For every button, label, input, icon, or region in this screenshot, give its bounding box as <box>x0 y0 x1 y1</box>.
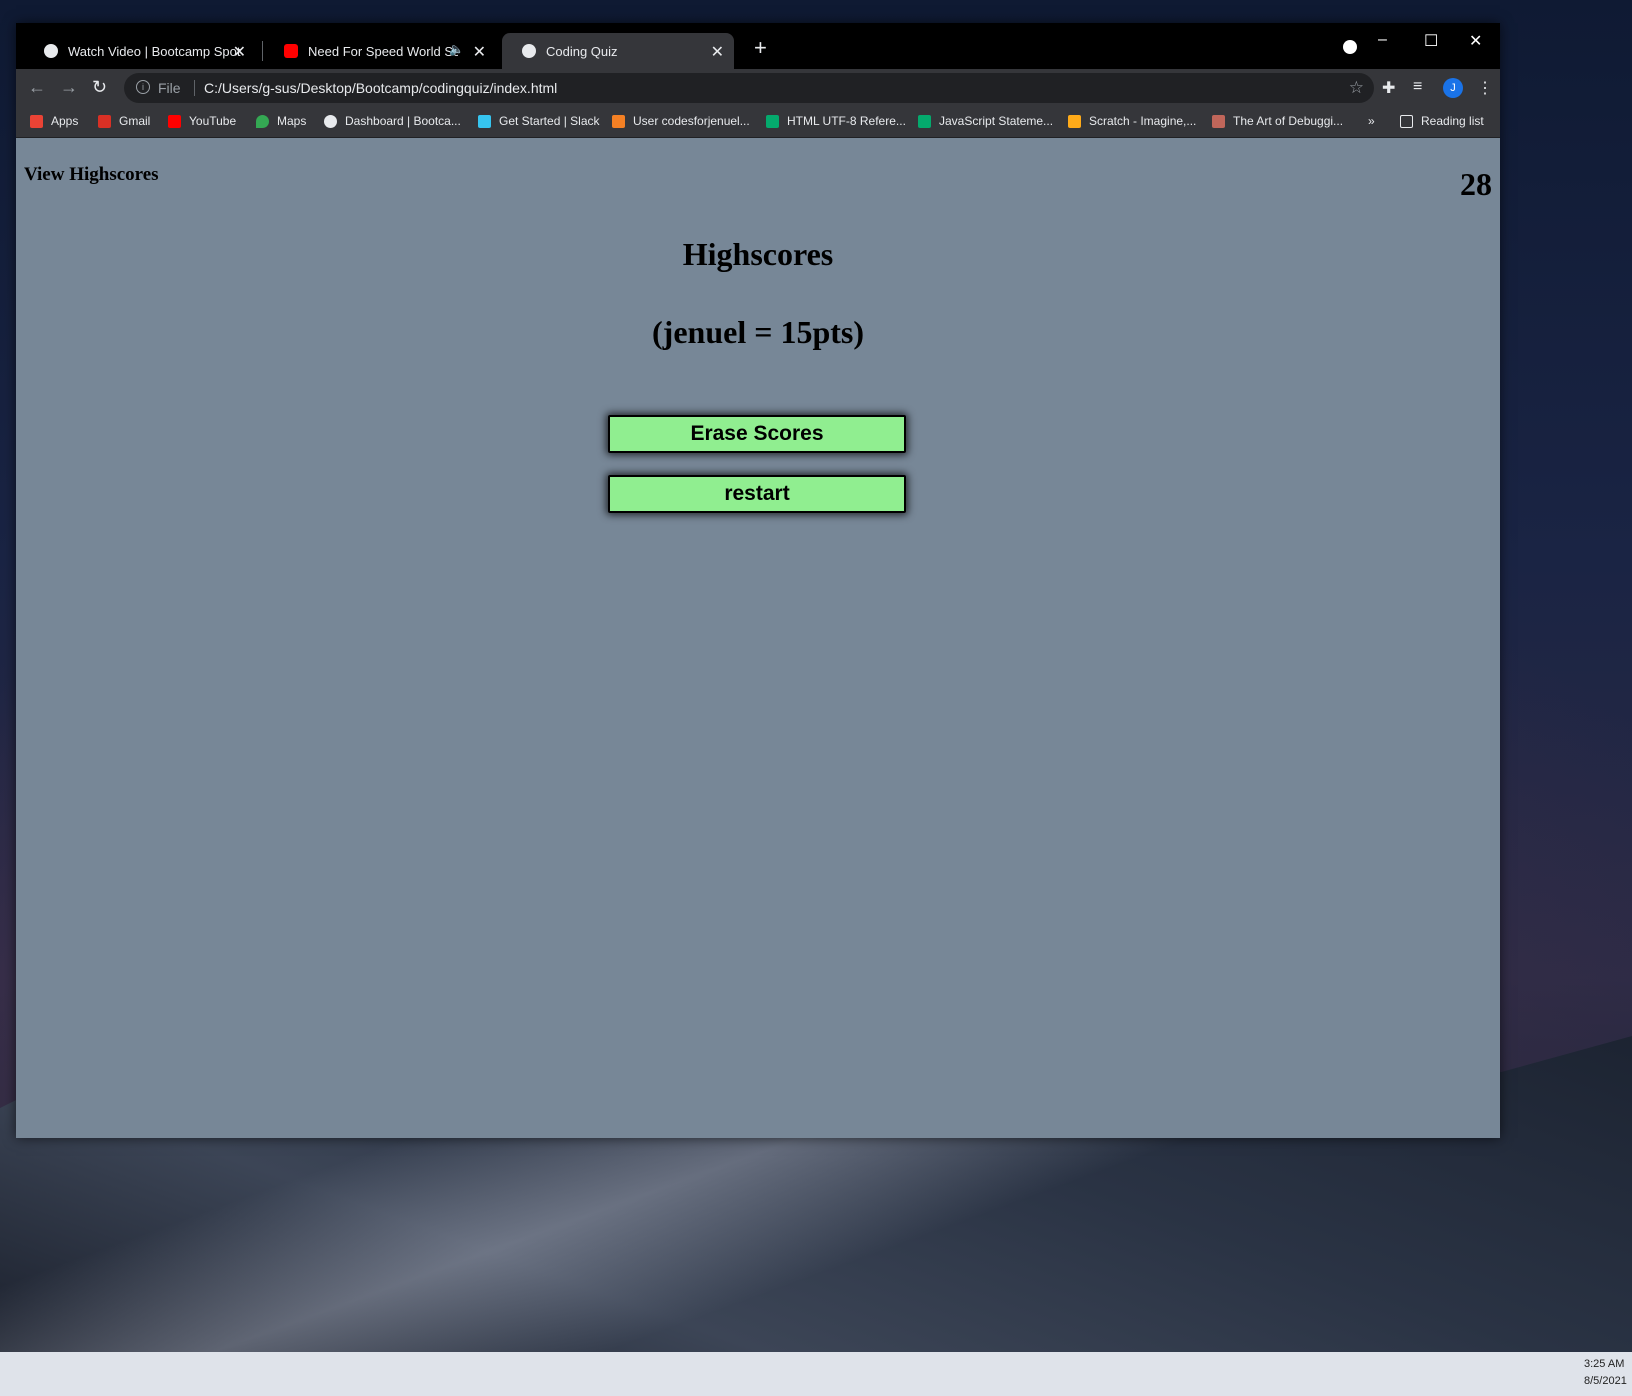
avatar-icon <box>1212 114 1225 128</box>
bookmark-maps[interactable]: Maps <box>256 114 306 128</box>
chevron-double-right-icon: » <box>1368 114 1375 128</box>
tab-divider <box>262 41 263 61</box>
timer: 28 <box>1460 166 1492 202</box>
slack-icon <box>478 114 491 128</box>
restart-button[interactable]: restart <box>608 475 906 513</box>
stackoverflow-icon <box>612 114 625 128</box>
bookmark-html-utf8[interactable]: HTML UTF-8 Refere... <box>766 114 906 128</box>
taskbar: 3:25 AM 8/5/2021 <box>0 1352 1632 1396</box>
speaker-icon[interactable]: 🔈 <box>449 42 464 56</box>
highscore-entry: (jenuel = 15pts) <box>652 314 864 350</box>
page-content: View Highscores 28 Highscores (jenuel = … <box>16 138 1500 1138</box>
forward-arrow-icon[interactable]: → <box>60 77 78 98</box>
globe-icon <box>522 44 536 58</box>
reading-list-button[interactable]: Reading list <box>1400 114 1484 128</box>
bookmark-slack[interactable]: Get Started | Slack <box>478 114 600 128</box>
back-arrow-icon[interactable]: ← <box>28 77 46 98</box>
page-title: Highscores <box>682 236 834 272</box>
bookmark-scratch[interactable]: Scratch - Imagine,... <box>1068 114 1196 128</box>
clock-time: 3:25 AM <box>1584 1358 1625 1370</box>
info-icon[interactable]: i <box>136 80 150 94</box>
extensions-puzzle-icon[interactable]: ✚ <box>1382 78 1395 98</box>
bookmark-art-of-debugging[interactable]: The Art of Debuggi... <box>1212 114 1343 128</box>
browser-toolbar: ← → ↻ i File C:/Users/g-sus/Desktop/Boot… <box>16 69 1500 107</box>
bookmark-label: HTML UTF-8 Refere... <box>787 114 906 128</box>
close-icon[interactable]: ✕ <box>711 42 724 62</box>
bookmark-label: JavaScript Stateme... <box>939 114 1054 128</box>
bookmark-label: Apps <box>51 114 79 128</box>
address-url[interactable]: C:/Users/g-sus/Desktop/Bootcamp/codingqu… <box>204 80 557 96</box>
bookmark-apps[interactable]: Apps <box>30 114 78 128</box>
address-scheme: File <box>158 80 181 96</box>
bookmark-dashboard[interactable]: Dashboard | Bootca... <box>324 114 461 128</box>
scratch-icon <box>1068 114 1081 128</box>
globe-icon <box>324 114 337 128</box>
bookmark-stackoverflow[interactable]: User codesforjenuel... <box>612 114 750 128</box>
gmail-icon <box>98 114 111 128</box>
tab-coding-quiz[interactable]: Coding Quiz ✕ <box>502 33 734 69</box>
address-bar[interactable]: i File C:/Users/g-sus/Desktop/Bootcamp/c… <box>124 73 1374 103</box>
bookmark-label: Get Started | Slack <box>499 114 600 128</box>
tab-search-icon[interactable] <box>1343 40 1357 54</box>
bookmarks-overflow-button[interactable]: » <box>1368 114 1375 128</box>
close-icon[interactable]: ✕ <box>473 42 486 62</box>
view-highscores-link[interactable]: View Highscores <box>24 164 159 186</box>
bookmark-label: Gmail <box>119 114 151 128</box>
media-control-icon[interactable]: ≡ <box>1413 78 1422 96</box>
minimize-icon[interactable]: – <box>1378 31 1387 49</box>
youtube-icon <box>168 114 181 128</box>
close-window-icon[interactable]: ✕ <box>1469 31 1482 51</box>
globe-icon <box>44 44 58 58</box>
tab-title: Need For Speed World Soun <box>308 43 458 59</box>
w3schools-icon <box>918 114 931 128</box>
clock-date: 8/5/2021 <box>1584 1375 1627 1387</box>
menu-kebab-icon[interactable]: ⋮ <box>1477 78 1493 98</box>
bookmark-star-icon[interactable]: ☆ <box>1349 78 1364 98</box>
tab-title: Watch Video | Bootcamp Spot <box>68 43 241 59</box>
tab-bootcamp[interactable]: Watch Video | Bootcamp Spot ✕ <box>24 33 256 69</box>
browser-window: Watch Video | Bootcamp Spot ✕ Need For S… <box>16 23 1500 1138</box>
bookmarks-bar: Apps Gmail YouTube Maps Dashboard | Boot… <box>16 107 1500 138</box>
reading-list-label: Reading list <box>1421 114 1484 128</box>
close-icon[interactable]: ✕ <box>233 42 246 62</box>
bookmark-label: Maps <box>277 114 307 128</box>
tab-title: Coding Quiz <box>546 43 618 59</box>
bookmark-label: YouTube <box>189 114 237 128</box>
bookmark-label: The Art of Debuggi... <box>1233 114 1344 128</box>
system-clock[interactable]: 3:25 AM 8/5/2021 <box>1584 1356 1632 1390</box>
tab-strip: Watch Video | Bootcamp Spot ✕ Need For S… <box>16 23 1500 69</box>
bookmark-label: Scratch - Imagine,... <box>1089 114 1197 128</box>
youtube-icon <box>284 44 298 58</box>
bookmark-gmail[interactable]: Gmail <box>98 114 150 128</box>
maps-pin-icon <box>256 114 269 128</box>
bookmark-js-statements[interactable]: JavaScript Stateme... <box>918 114 1053 128</box>
new-tab-button[interactable]: + <box>754 37 767 59</box>
bookmark-label: User codesforjenuel... <box>633 114 750 128</box>
tab-youtube[interactable]: Need For Speed World Soun 🔈 ✕ <box>264 33 496 69</box>
bookmark-label: Dashboard | Bootca... <box>345 114 461 128</box>
reload-icon[interactable]: ↻ <box>92 77 107 98</box>
bookmark-youtube[interactable]: YouTube <box>168 114 236 128</box>
maximize-icon[interactable]: ☐ <box>1424 31 1438 51</box>
reading-list-icon <box>1400 114 1413 128</box>
apps-grid-icon <box>30 114 43 128</box>
erase-scores-button[interactable]: Erase Scores <box>608 415 906 453</box>
w3schools-icon <box>766 114 779 128</box>
profile-avatar[interactable]: J <box>1443 78 1463 98</box>
address-divider <box>194 80 195 96</box>
